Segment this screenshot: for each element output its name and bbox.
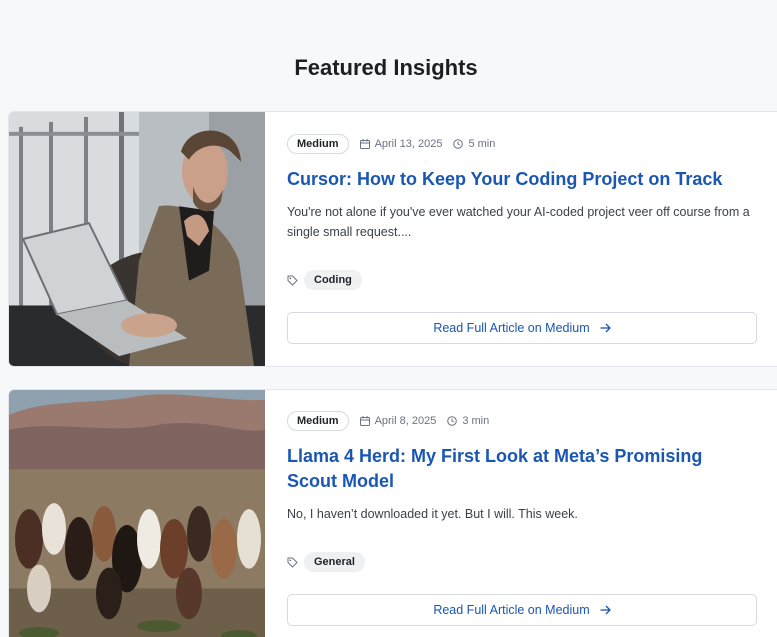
section-title: Featured Insights bbox=[294, 55, 478, 80]
read-article-label: Read Full Article on Medium bbox=[433, 603, 590, 617]
article-title[interactable]: Llama 4 Herd: My First Look at Meta’s Pr… bbox=[287, 444, 756, 494]
article-read-time: 5 min bbox=[453, 138, 495, 150]
calendar-icon bbox=[359, 139, 370, 149]
calendar-icon bbox=[359, 416, 370, 426]
read-time-text: 3 min bbox=[462, 415, 490, 427]
read-article-button[interactable]: Read Full Article on Medium bbox=[287, 312, 757, 344]
clock-icon bbox=[453, 139, 464, 149]
article-tags: Coding bbox=[287, 270, 362, 290]
date-text: April 13, 2025 bbox=[374, 138, 443, 150]
article-card: Medium April 13, 2025 5 min Cursor: How … bbox=[8, 111, 777, 367]
article-meta: Medium April 8, 2025 3 min bbox=[287, 411, 756, 431]
article-title[interactable]: Cursor: How to Keep Your Coding Project … bbox=[287, 167, 756, 192]
tag-chip[interactable]: General bbox=[304, 552, 365, 572]
source-badge: Medium bbox=[287, 411, 349, 431]
article-excerpt: No, I haven’t downloaded it yet. But I w… bbox=[287, 507, 578, 521]
article-read-time: 3 min bbox=[447, 415, 489, 427]
tag-chip[interactable]: Coding bbox=[304, 270, 362, 290]
article-date: April 8, 2025 bbox=[359, 415, 437, 427]
read-article-label: Read Full Article on Medium bbox=[433, 321, 590, 335]
article-card: Medium April 8, 2025 3 min Llama 4 Herd:… bbox=[8, 389, 777, 637]
article-image[interactable] bbox=[9, 112, 265, 366]
source-badge: Medium bbox=[287, 134, 349, 154]
read-article-button[interactable]: Read Full Article on Medium bbox=[287, 594, 757, 626]
article-image[interactable] bbox=[9, 390, 265, 637]
article-excerpt: You're not alone if you've ever watched … bbox=[287, 205, 750, 239]
read-time-text: 5 min bbox=[468, 138, 496, 150]
article-meta: Medium April 13, 2025 5 min bbox=[287, 134, 756, 154]
tag-icon bbox=[287, 557, 298, 568]
article-date: April 13, 2025 bbox=[359, 138, 443, 150]
article-tags: General bbox=[287, 552, 365, 572]
arrow-right-icon bbox=[600, 323, 611, 333]
clock-icon bbox=[447, 416, 458, 426]
date-text: April 8, 2025 bbox=[374, 415, 437, 427]
arrow-right-icon bbox=[600, 605, 611, 615]
tag-icon bbox=[287, 275, 298, 286]
